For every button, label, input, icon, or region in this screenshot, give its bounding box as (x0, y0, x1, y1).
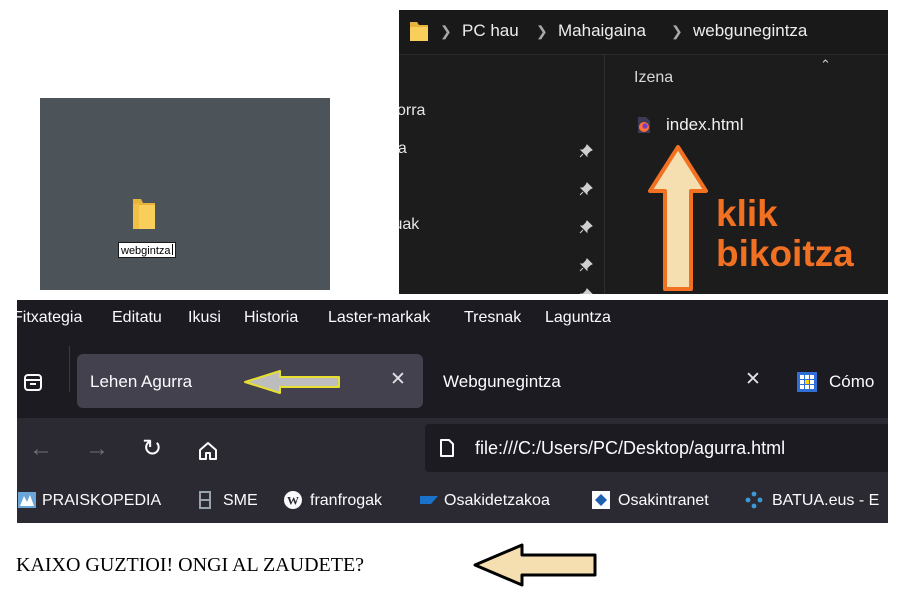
tab-title-como[interactable]: Cómo (829, 372, 874, 392)
pin-icon[interactable] (579, 220, 593, 234)
breadcrumb-folder[interactable]: webgunegintza (693, 21, 807, 41)
menu-view[interactable]: Ikusi (188, 309, 221, 327)
nav-item[interactable]: na (399, 140, 407, 158)
nav-item[interactable]: korra (399, 102, 425, 120)
menu-help[interactable]: Laguntza (545, 309, 611, 327)
forward-arrow-icon[interactable]: → (85, 437, 109, 461)
page-greeting-text: KAIXO GUZTIOI! ONGI AL ZAUDETE? (16, 554, 365, 576)
arrow-up-icon (648, 145, 708, 291)
svg-text:W: W (287, 494, 299, 508)
menu-edit[interactable]: Editatu (112, 309, 162, 327)
annotation-line-2: bikoitza (716, 233, 854, 274)
praiskopedia-favicon (18, 492, 36, 508)
arrow-left-icon (244, 370, 340, 394)
folder-rename-input[interactable]: webgintza (118, 242, 176, 258)
osakintranet-icon (592, 491, 610, 509)
wordpress-icon: W (284, 491, 302, 509)
address-bar[interactable]: ❯ PC hau ❯ Mahaigaina ❯ webgunegintza (399, 10, 888, 55)
folder-icon[interactable] (131, 196, 157, 232)
pin-icon[interactable] (579, 144, 593, 158)
menu-tools[interactable]: Tresnak (464, 309, 521, 327)
grid-app-icon (797, 372, 817, 392)
sap-icon (420, 496, 438, 504)
folder-icon (410, 22, 428, 41)
url-text[interactable]: file:///C:/Users/PC/Desktop/agurra.html (475, 438, 785, 459)
tab-list-icon[interactable] (23, 372, 43, 392)
chevron-right-icon: ❯ (440, 23, 452, 39)
breadcrumb-desktop[interactable]: Mahaigaina (558, 21, 646, 41)
firefox-html-icon[interactable] (637, 116, 651, 134)
bookmark-franfrogak[interactable]: franfrogak (310, 492, 382, 510)
arrow-left-icon (473, 543, 597, 587)
menu-history[interactable]: Historia (244, 309, 298, 327)
annotation-line-1: klik (716, 193, 778, 234)
tab-title: Webgunegintza (443, 372, 561, 391)
film-icon (199, 491, 211, 509)
column-header-name[interactable]: Izena (634, 69, 673, 87)
chevron-right-icon: ❯ (671, 23, 683, 39)
nav-item[interactable]: tuak (399, 216, 419, 234)
file-explorer-window: ❯ PC hau ❯ Mahaigaina ❯ webgunegintza ko… (399, 10, 888, 294)
close-icon[interactable]: ✕ (390, 368, 406, 391)
firefox-browser-window: Fitxategia Editatu Ikusi Historia Laster… (17, 300, 888, 523)
double-click-annotation: klik bikoitza (716, 194, 854, 274)
pin-icon[interactable] (579, 182, 593, 196)
pane-divider[interactable] (604, 55, 605, 294)
close-icon[interactable]: ✕ (745, 368, 761, 391)
pin-icon[interactable] (579, 288, 593, 294)
menu-bar: Fitxategia Editatu Ikusi Historia Laster… (17, 300, 888, 336)
tab-title: Lehen Agurra (90, 372, 193, 391)
home-icon[interactable] (197, 440, 219, 462)
tab-separator (69, 346, 70, 392)
page-icon (440, 439, 454, 457)
chevron-right-icon: ❯ (536, 23, 548, 39)
menu-bookmarks[interactable]: Laster-markak (328, 309, 430, 327)
navigation-pane: korra na k tuak (399, 55, 604, 294)
batua-icon (745, 491, 763, 509)
breadcrumb-pc[interactable]: PC hau (462, 21, 519, 41)
text-caret (171, 244, 173, 255)
reload-icon[interactable]: ↻ (142, 437, 162, 461)
bookmark-osakidetzakoa[interactable]: Osakidetzakoa (444, 492, 550, 510)
chevron-up-icon[interactable]: ⌃ (820, 57, 831, 73)
desktop-thumbnail: webgintza (40, 98, 330, 290)
bookmark-sme[interactable]: SME (223, 492, 258, 510)
pin-icon[interactable] (579, 258, 593, 272)
tab-webgunegintza[interactable]: Webgunegintza ✕ (429, 354, 769, 408)
bookmark-batua[interactable]: BATUA.eus - E (772, 492, 879, 510)
bookmark-praiskopedia[interactable]: PRAISKOPEDIA (42, 492, 161, 510)
menu-file[interactable]: Fitxategia (17, 309, 82, 327)
file-item-index[interactable]: index.html (666, 115, 743, 135)
bookmark-osakintranet[interactable]: Osakintranet (618, 492, 709, 510)
back-arrow-icon[interactable]: ← (29, 437, 53, 461)
